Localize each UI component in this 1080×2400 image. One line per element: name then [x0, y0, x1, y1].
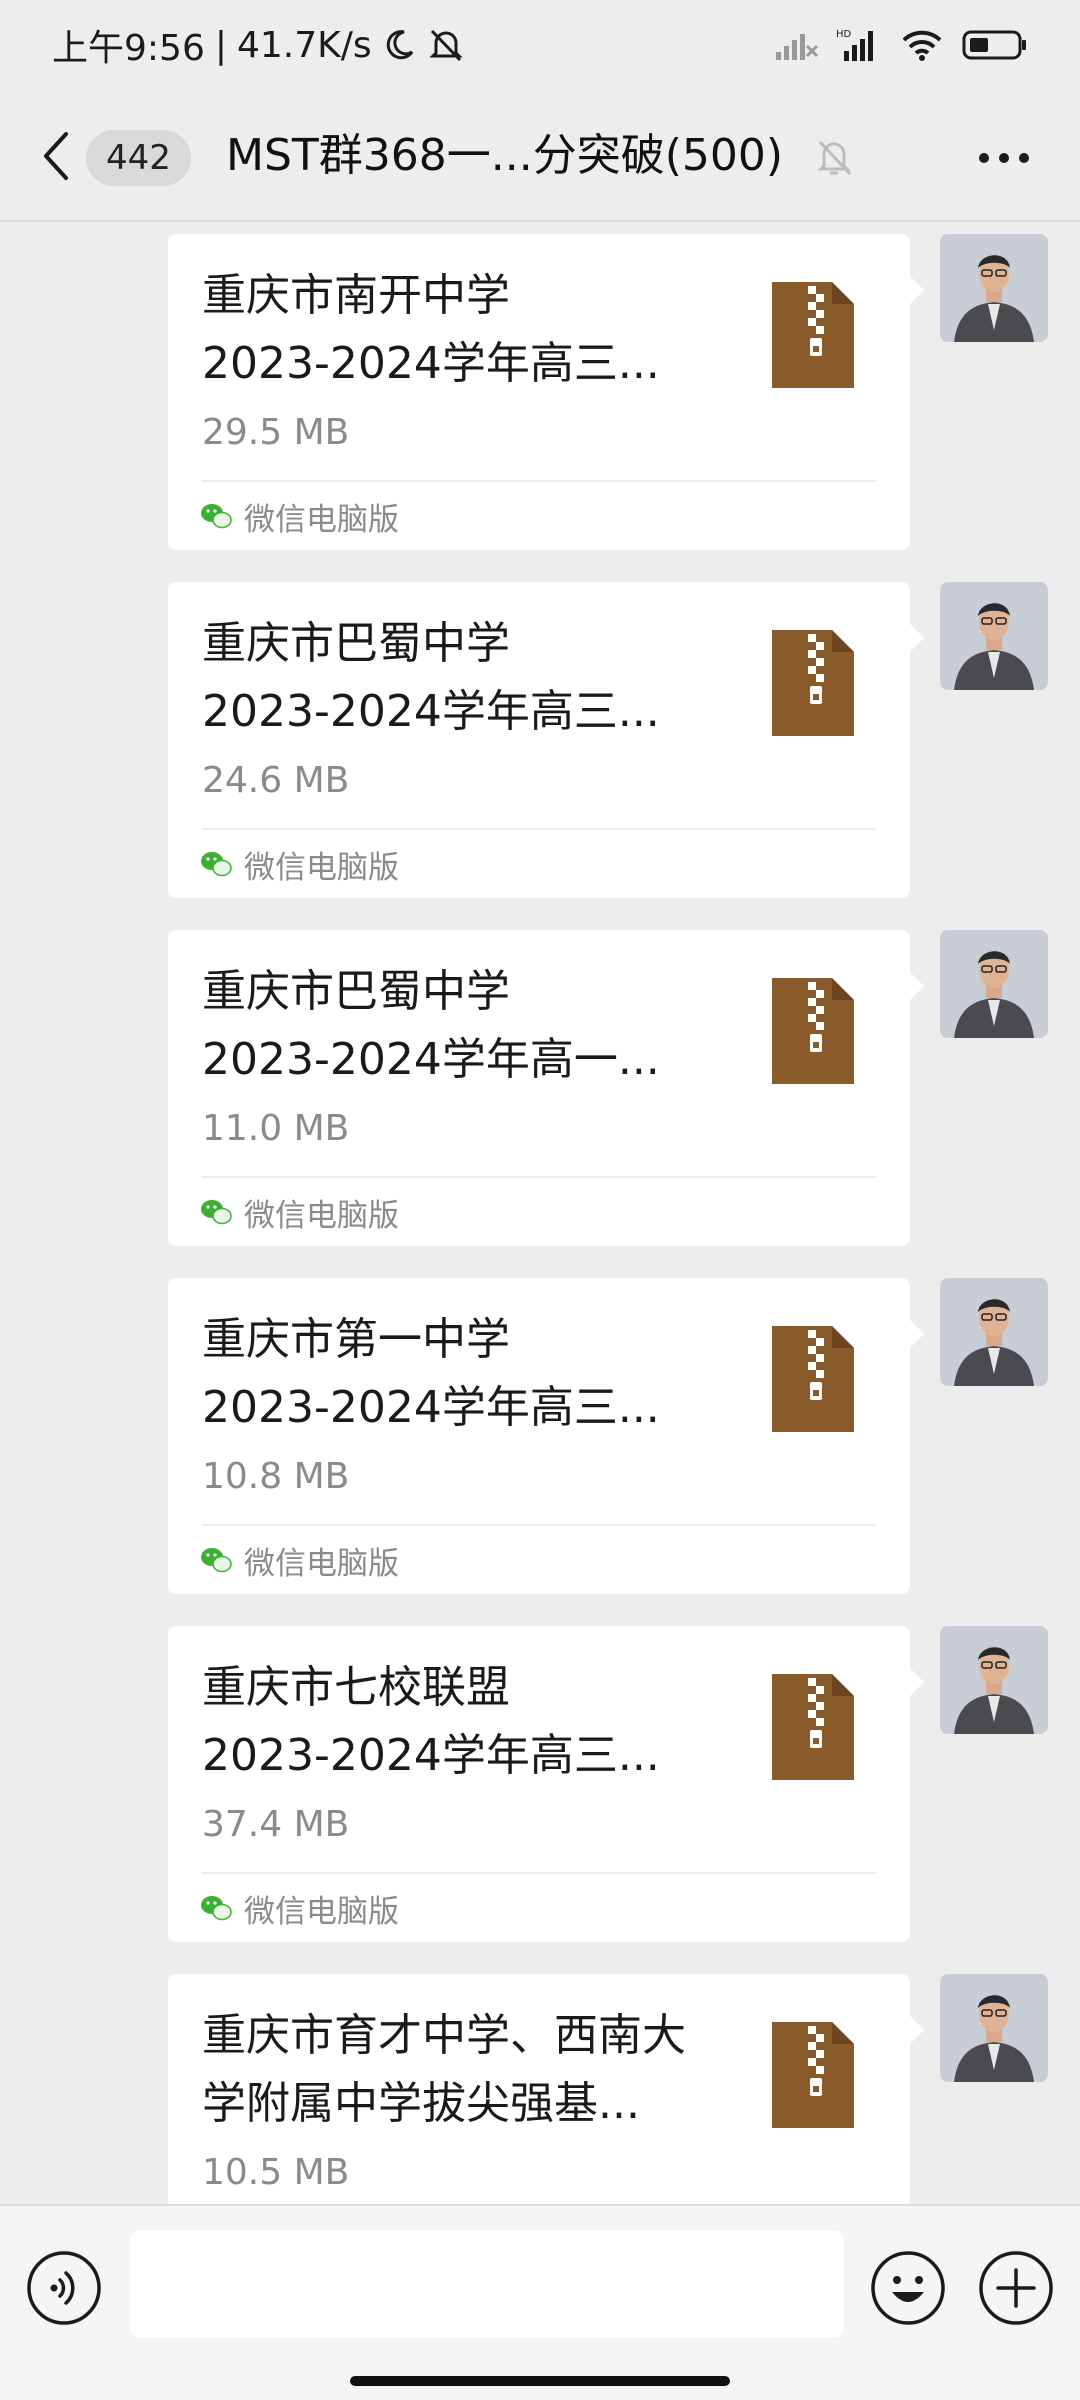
file-message: 重庆市巴蜀中学 2023-2024学年高一... 11.0 MB 微信电脑版 — [0, 918, 1080, 1246]
unread-count-badge[interactable]: 442 — [86, 130, 191, 186]
emoji-icon — [871, 2251, 945, 2325]
source-label: 微信电脑版 — [244, 1545, 399, 1582]
bubble-divider — [202, 480, 876, 482]
source-row: 微信电脑版 — [200, 844, 399, 886]
status-separator: | — [214, 24, 227, 66]
avatar[interactable] — [940, 1626, 1048, 1734]
plus-icon — [979, 2251, 1053, 2325]
voice-icon — [27, 2251, 101, 2325]
file-message: 重庆市育才中学、西南大 学附属中学拔尖强基... 10.5 MB — [0, 1962, 1080, 2204]
source-row: 微信电脑版 — [200, 1888, 399, 1930]
message-list[interactable]: 重庆市南开中学 2023-2024学年高三... 29.5 MB 微信电脑版 重… — [0, 222, 1080, 2204]
status-bar: 上午9:56 | 41.7K/s HD — [0, 0, 1080, 90]
file-message: 重庆市第一中学 2023-2024学年高三... 10.8 MB 微信电脑版 — [0, 1266, 1080, 1594]
wechat-icon — [201, 852, 232, 877]
voice-button[interactable] — [26, 2250, 102, 2326]
source-row: 微信电脑版 — [200, 496, 399, 538]
source-row: 微信电脑版 — [200, 1540, 399, 1582]
source-label: 微信电脑版 — [244, 1197, 399, 1234]
chat-header: 442 MST群368一...分突破(500) — [0, 90, 1080, 220]
source-label: 微信电脑版 — [244, 501, 399, 538]
file-name: 重庆市巴蜀中学 2023-2024学年高一... — [202, 966, 660, 1085]
file-size: 10.8 MB — [202, 1456, 350, 1497]
zip-file-icon — [772, 630, 854, 736]
bubble-divider — [202, 828, 876, 830]
zip-file-icon — [772, 1326, 854, 1432]
more-button[interactable] — [976, 130, 1032, 186]
source-row: 微信电脑版 — [200, 1192, 399, 1234]
file-size: 10.5 MB — [202, 2152, 350, 2193]
wechat-icon — [201, 504, 232, 529]
hd-label: HD — [836, 29, 852, 40]
file-name: 重庆市巴蜀中学 2023-2024学年高三... — [202, 618, 660, 737]
zip-file-icon — [772, 1674, 854, 1780]
battery-icon — [962, 29, 1028, 61]
file-name: 重庆市第一中学 2023-2024学年高三... — [202, 1314, 660, 1433]
zip-file-icon — [772, 978, 854, 1084]
file-size: 29.5 MB — [202, 412, 350, 453]
avatar[interactable] — [940, 1278, 1048, 1386]
back-chevron-icon — [44, 132, 68, 180]
chat-title[interactable]: MST群368一...分突破(500) — [226, 126, 783, 186]
file-name: 重庆市南开中学 2023-2024学年高三... — [202, 270, 660, 389]
source-label: 微信电脑版 — [244, 849, 399, 886]
signal-x-icon — [774, 28, 818, 62]
plus-button[interactable] — [978, 2250, 1054, 2326]
zip-file-icon — [772, 2022, 854, 2128]
file-message: 重庆市七校联盟 2023-2024学年高三... 37.4 MB 微信电脑版 — [0, 1614, 1080, 1942]
bubble-divider — [202, 1176, 876, 1178]
file-bubble[interactable]: 重庆市七校联盟 2023-2024学年高三... 37.4 MB 微信电脑版 — [168, 1626, 924, 1942]
hd-signal-icon: HD — [836, 27, 882, 63]
avatar[interactable] — [940, 930, 1048, 1038]
status-network-speed: 41.7K/s — [236, 24, 372, 66]
mute-bell-icon — [812, 134, 856, 178]
mute-bell-icon — [426, 27, 466, 63]
avatar[interactable] — [940, 1974, 1048, 2082]
moon-icon — [382, 28, 416, 62]
wechat-icon — [201, 1548, 232, 1573]
file-bubble[interactable]: 重庆市巴蜀中学 2023-2024学年高一... 11.0 MB 微信电脑版 — [168, 930, 924, 1246]
zip-file-icon — [772, 282, 854, 388]
message-input[interactable] — [130, 2230, 844, 2338]
file-bubble[interactable]: 重庆市育才中学、西南大 学附属中学拔尖强基... 10.5 MB — [168, 1974, 924, 2204]
file-message: 重庆市南开中学 2023-2024学年高三... 29.5 MB 微信电脑版 — [0, 222, 1080, 550]
input-bar — [0, 2204, 1080, 2400]
file-bubble[interactable]: 重庆市巴蜀中学 2023-2024学年高三... 24.6 MB 微信电脑版 — [168, 582, 924, 898]
file-size: 37.4 MB — [202, 1804, 350, 1845]
file-message: 重庆市巴蜀中学 2023-2024学年高三... 24.6 MB 微信电脑版 — [0, 570, 1080, 898]
file-name: 重庆市七校联盟 2023-2024学年高三... — [202, 1662, 660, 1781]
status-time: 上午9:56 — [52, 28, 205, 69]
wechat-icon — [201, 1896, 232, 1921]
back-button[interactable] — [40, 126, 80, 186]
file-size: 11.0 MB — [202, 1108, 350, 1149]
source-label: 微信电脑版 — [244, 1893, 399, 1930]
file-name: 重庆市育才中学、西南大 学附属中学拔尖强基... — [202, 2010, 686, 2129]
avatar[interactable] — [940, 234, 1048, 342]
file-bubble[interactable]: 重庆市南开中学 2023-2024学年高三... 29.5 MB 微信电脑版 — [168, 234, 924, 550]
wechat-icon — [201, 1200, 232, 1225]
home-indicator — [350, 2376, 730, 2386]
bubble-divider — [202, 1524, 876, 1526]
status-right: HD — [774, 27, 1028, 63]
more-dots-icon — [979, 153, 1029, 163]
avatar[interactable] — [940, 582, 1048, 690]
file-size: 24.6 MB — [202, 760, 350, 801]
status-left: 上午9:56 | 41.7K/s — [52, 19, 466, 71]
file-bubble[interactable]: 重庆市第一中学 2023-2024学年高三... 10.8 MB 微信电脑版 — [168, 1278, 924, 1594]
emoji-button[interactable] — [870, 2250, 946, 2326]
bubble-divider — [202, 1872, 876, 1874]
wifi-icon — [900, 28, 944, 62]
